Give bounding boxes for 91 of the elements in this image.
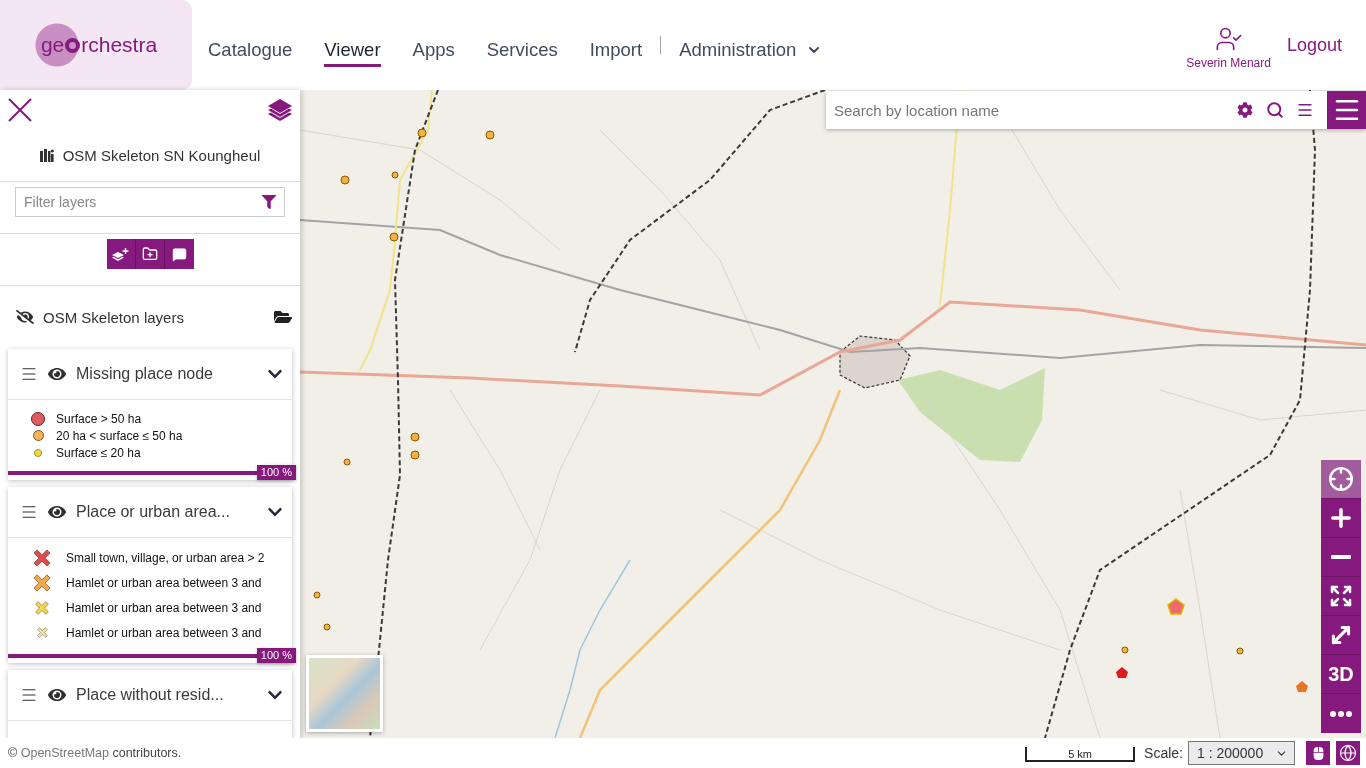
pentagon-marker [1296, 681, 1308, 692]
scale-select[interactable]: 1 : 200000 [1188, 741, 1295, 765]
place-marker [389, 232, 399, 242]
eye-slash-icon[interactable] [16, 308, 34, 326]
legend-label: Surface > 50 ha [56, 411, 142, 426]
nav-link[interactable]: Import [589, 31, 643, 67]
drag-handle-icon[interactable] [20, 503, 38, 521]
attribution-link[interactable]: OpenStreetMap [20, 746, 109, 760]
zoom-out-icon [1331, 555, 1351, 559]
more-icon [1330, 710, 1352, 717]
nav-link[interactable]: Viewer [324, 31, 381, 67]
add-group-button[interactable] [135, 239, 165, 269]
map-tool-button[interactable] [1321, 499, 1361, 538]
expand-corners-icon [1329, 584, 1353, 608]
comment-icon [171, 246, 187, 262]
comment-button[interactable] [164, 239, 194, 269]
list-icon [1296, 101, 1314, 119]
place-marker [323, 623, 331, 631]
legend-label: Hamlet or urban area between 3 and [66, 575, 262, 590]
folder-open-icon[interactable] [274, 308, 292, 326]
eye-icon[interactable] [48, 686, 66, 704]
place-marker [1121, 646, 1129, 654]
layer-name: Missing place node [76, 365, 213, 383]
layers-plus-icon [112, 247, 129, 261]
place-marker [340, 175, 350, 185]
legend-label: 20 ha < surface ≤ 50 ha [56, 428, 183, 443]
add-layer-button[interactable] [106, 239, 136, 269]
mouse-icon [1311, 746, 1325, 760]
close-icon [8, 98, 32, 122]
pentagon-marker [1116, 667, 1128, 678]
basemap-switcher[interactable] [306, 655, 383, 732]
layers-button[interactable] [268, 99, 292, 121]
nav-link[interactable]: Apps [412, 31, 455, 67]
pentagon-marker [1167, 598, 1185, 615]
map-tool-button[interactable]: 3D [1321, 655, 1361, 694]
eye-icon[interactable] [48, 365, 66, 383]
nav-link[interactable]: Services [486, 31, 558, 67]
map-tool-button[interactable] [1321, 538, 1361, 577]
scale-bar: 5 km [1025, 746, 1136, 762]
mouse-button[interactable] [1306, 741, 1330, 765]
eye-icon[interactable] [48, 503, 66, 521]
map-tool-button[interactable] [1321, 577, 1361, 616]
scale-label: Scale: [1144, 745, 1183, 761]
opacity-handle[interactable]: 100 % [256, 465, 296, 480]
search-icon [1266, 101, 1284, 119]
opacity-slider-track[interactable] [8, 470, 257, 475]
map-tool-button[interactable] [1321, 694, 1361, 733]
layer-name: Place without resid... [76, 686, 224, 704]
menu-button[interactable] [1327, 91, 1366, 129]
search-field[interactable]: Search by location name [826, 91, 1230, 129]
place-marker [343, 458, 351, 466]
close-button[interactable] [8, 98, 32, 122]
logo-link[interactable]: ge rchestra [34, 23, 158, 67]
place-marker [410, 450, 420, 460]
place-marker [1236, 647, 1244, 655]
place-marker [485, 130, 495, 140]
legend-label: Small town, village, or urban area > 2 [66, 550, 265, 565]
map-tool-button[interactable] [1321, 460, 1361, 499]
search-bar[interactable]: Search by location name [826, 91, 1366, 129]
opacity-handle[interactable]: 100 % [256, 648, 296, 663]
layers-icon [268, 99, 292, 121]
layer-name: Place or urban area... [76, 503, 230, 521]
filter-field[interactable]: Filter layers [15, 187, 285, 217]
legend-label: Hamlet or urban area between 3 and [66, 600, 262, 615]
locate-icon [1328, 466, 1354, 492]
map-thumbnail-placeholder [309, 658, 380, 729]
filter-icon[interactable] [262, 195, 276, 209]
folder-plus-icon [141, 246, 158, 262]
globe-button[interactable] [1336, 741, 1360, 765]
logout-link[interactable]: Logout [1286, 34, 1342, 56]
legend-label: Surface ≤ 20 ha [56, 445, 141, 460]
drag-handle-icon[interactable] [20, 686, 38, 704]
map-tool-button[interactable] [1321, 616, 1361, 655]
place-marker [391, 171, 399, 179]
place-marker [410, 432, 420, 442]
attribution-text: © OpenStreetMap contributors. [8, 746, 182, 760]
nav-link[interactable]: Catalogue [208, 31, 293, 67]
place-marker [313, 591, 321, 599]
town-area [839, 335, 911, 389]
globe-icon [1339, 744, 1357, 762]
user-profile-link[interactable]: Severin Menard [1186, 24, 1271, 70]
logo-ring-icon [65, 37, 81, 53]
legend-label: Hamlet or urban area between 3 and [66, 625, 262, 640]
drag-handle-icon[interactable] [20, 365, 38, 383]
group-name: OSM Skeleton layers [43, 308, 184, 326]
nav-dropdown[interactable]: Administration [679, 31, 823, 67]
place-marker [417, 128, 427, 138]
opacity-slider-track[interactable] [8, 653, 257, 658]
settings-icon [1237, 102, 1253, 118]
map-title: OSM Skeleton SN Koungheul [62, 147, 261, 164]
map-icon [39, 149, 54, 162]
